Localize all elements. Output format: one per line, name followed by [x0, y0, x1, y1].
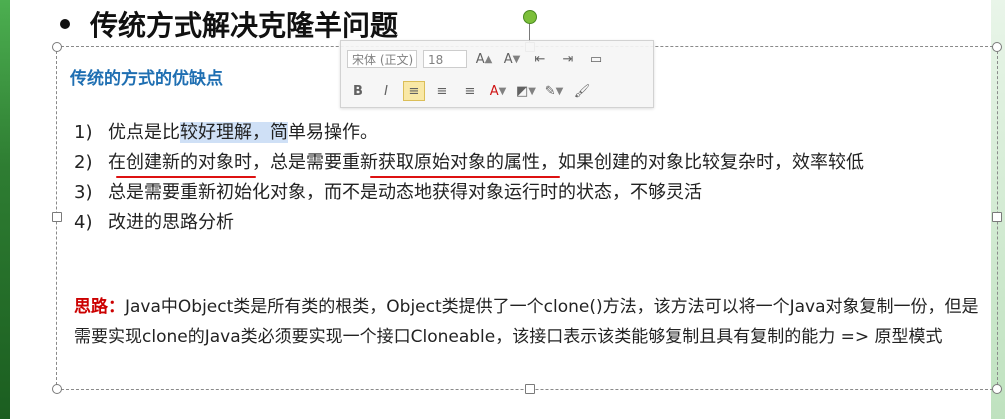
slide-title: 传统方式解决克隆羊问题	[36, 4, 398, 44]
resize-handle-top-left[interactable]	[52, 42, 62, 52]
thinking-text: Java中Object类是所有类的根类，Object类提供了一个clone()方…	[74, 297, 979, 347]
list-text-pre: 优点是比	[108, 122, 180, 143]
font-color-button[interactable]: A ▼	[487, 81, 509, 101]
align-center-button[interactable]: ≡	[431, 81, 453, 101]
thinking-label: 思路：	[74, 297, 125, 317]
resize-handle-bottom-right[interactable]	[992, 384, 1002, 394]
brush-icon: 🖌	[573, 83, 591, 99]
list-item: 1) 优点是比较好理解，简单易操作。	[74, 118, 994, 148]
outline-color-button[interactable]: ✎ ▼	[543, 81, 565, 101]
grow-font-button[interactable]: A ▲	[473, 49, 495, 69]
align-center-icon: ≡	[436, 83, 448, 99]
left-decoration	[0, 0, 14, 419]
resize-handle-bottom-left[interactable]	[52, 384, 62, 394]
resize-handle-left[interactable]	[52, 212, 62, 222]
resize-handle-top-right[interactable]	[992, 42, 1002, 52]
format-painter-button[interactable]: ▭	[585, 49, 607, 69]
list-number: 1)	[74, 122, 93, 143]
list-text: 在创建新的对象时，总是需要重新获取原始对象的属性，如果创建的对象比较复杂时，效率…	[108, 152, 864, 173]
align-left-icon: ≡	[408, 83, 420, 99]
section-title: 传统的方式的优缺点	[70, 69, 223, 89]
resize-handle-bottom[interactable]	[525, 384, 535, 394]
list-item: 3) 总是需要重新初始化对象，而不是动态地获得对象运行时的状态，不够灵活	[74, 178, 994, 208]
increase-indent-button[interactable]: ⇥	[557, 49, 579, 69]
list-item: 2) 在创建新的对象时，总是需要重新获取原始对象的属性，如果创建的对象比较复杂时…	[74, 148, 994, 178]
title-bullet	[60, 19, 70, 29]
mini-format-toolbar[interactable]: 宋体 (正文) 18 A ▲ A ▼ ⇤ ⇥ ▭ B I ≡ ≡ ≡ A ▼ ◩ ▼ ✎…	[340, 40, 654, 108]
grow-font-icon: A	[475, 51, 485, 67]
fill-color-button[interactable]: ◩ ▼	[515, 81, 537, 101]
format-painter-icon: ▭	[589, 51, 603, 67]
align-left-button[interactable]: ≡	[403, 81, 425, 101]
selected-text-highlight: 较好理解，简	[180, 122, 288, 143]
italic-button[interactable]: I	[375, 81, 397, 101]
rotate-handle[interactable]	[523, 10, 537, 24]
red-ink-underline	[370, 176, 560, 178]
red-ink-underline	[116, 176, 256, 178]
increase-indent-icon: ⇥	[562, 51, 574, 67]
paint-bucket-icon: ◩	[516, 83, 529, 99]
brush-button[interactable]: 🖌	[571, 81, 593, 101]
list-number: 4)	[74, 212, 93, 233]
align-right-button[interactable]: ≡	[459, 81, 481, 101]
left-green-bar	[0, 0, 10, 419]
shrink-font-icon: A	[503, 51, 513, 67]
list-text: 优点是比较好理解，简单易操作。	[108, 118, 994, 148]
thinking-paragraph: 思路：Java中Object类是所有类的根类，Object类提供了一个clone…	[74, 292, 994, 352]
decrease-indent-icon: ⇤	[534, 51, 546, 67]
font-name-select[interactable]: 宋体 (正文)	[347, 50, 417, 68]
align-right-icon: ≡	[464, 83, 476, 99]
list-text: 改进的思路分析	[108, 212, 234, 233]
list-text-post: 单易操作。	[288, 122, 378, 143]
list-text: 总是需要重新初始化对象，而不是动态地获得对象运行时的状态，不够灵活	[108, 182, 702, 203]
slide-title-text: 传统方式解决克隆羊问题	[90, 9, 399, 42]
font-color-icon: A	[489, 83, 499, 99]
decrease-indent-button[interactable]: ⇤	[529, 49, 551, 69]
pencil-icon: ✎	[544, 83, 556, 99]
list-item: 4) 改进的思路分析	[74, 208, 994, 238]
font-size-select[interactable]: 18	[423, 50, 467, 68]
list-number: 3)	[74, 182, 93, 203]
pros-cons-list: 1) 优点是比较好理解，简单易操作。 2) 在创建新的对象时，总是需要重新获取原…	[74, 118, 994, 238]
bold-button[interactable]: B	[347, 81, 369, 101]
shrink-font-button[interactable]: A ▼	[501, 49, 523, 69]
list-number: 2)	[74, 152, 93, 173]
